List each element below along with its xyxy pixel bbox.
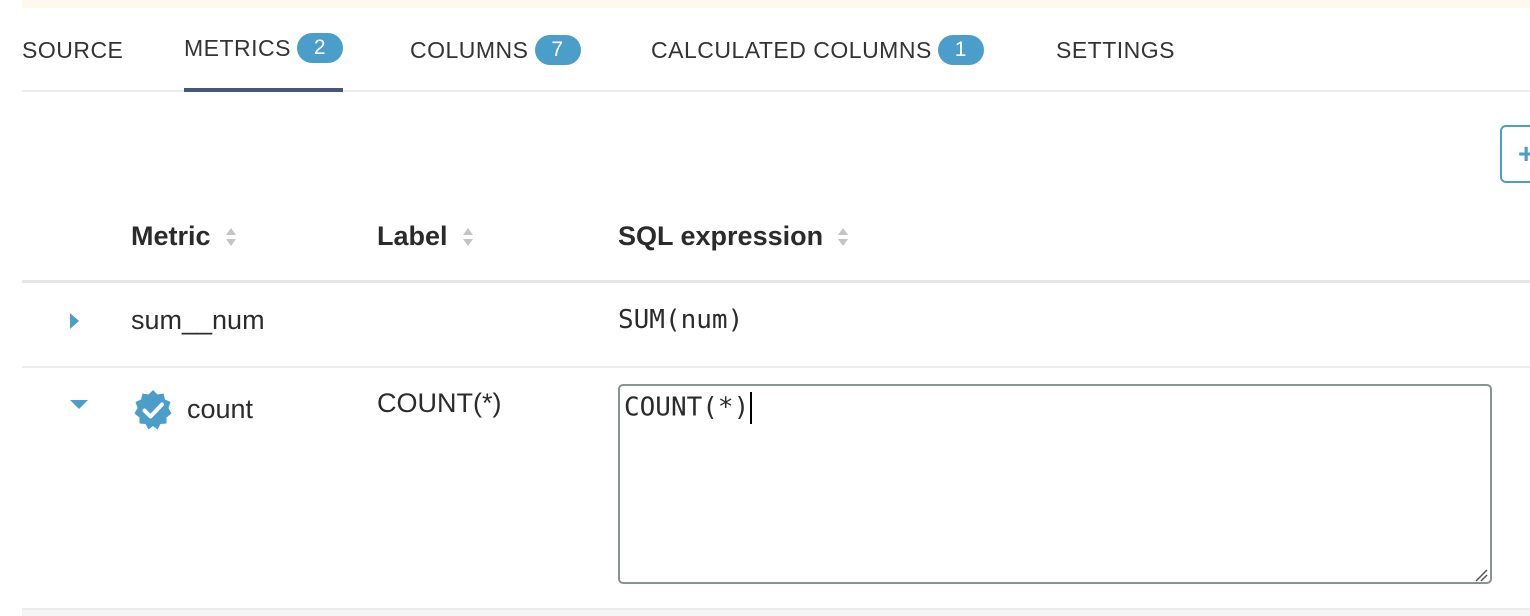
tab-source[interactable]: SOURCE [22, 8, 123, 92]
certified-icon [134, 390, 172, 430]
column-header-label: Label [377, 221, 448, 251]
table-row: count COUNT(*) COUNT(*) [22, 368, 1530, 610]
footer-strip [22, 610, 1530, 616]
add-metric-button[interactable]: + [1500, 125, 1530, 183]
sort-icon[interactable] [225, 226, 237, 248]
tab-metrics[interactable]: METRICS 2 [184, 8, 343, 92]
collapse-caret-icon[interactable] [70, 400, 88, 409]
expand-caret-icon[interactable] [70, 313, 79, 329]
sql-expression-text: COUNT(*) [624, 392, 750, 423]
metric-name: count [187, 394, 254, 424]
text-cursor [750, 392, 753, 424]
column-header-sql-expression[interactable]: SQL expression [618, 221, 849, 252]
sql-expression: SUM(num) [618, 305, 744, 335]
tab-columns[interactable]: COLUMNS 7 [410, 8, 581, 92]
top-banner [22, 0, 1530, 8]
table-row: sum__num SUM(num) [22, 283, 1530, 368]
tab-label: SETTINGS [1056, 36, 1176, 63]
column-header-label: SQL expression [618, 221, 824, 251]
table-header: Metric Label SQL expression [22, 195, 1530, 283]
resize-handle-icon[interactable] [1472, 566, 1488, 582]
tab-calculated-columns[interactable]: CALCULATED COLUMNS 1 [651, 8, 984, 92]
tab-label: COLUMNS [410, 36, 529, 63]
tab-label: CALCULATED COLUMNS [651, 36, 932, 63]
sort-icon[interactable] [462, 226, 474, 248]
metric-label: COUNT(*) [377, 388, 502, 418]
column-header-label[interactable]: Label [377, 221, 474, 252]
column-header-metric[interactable]: Metric [131, 221, 237, 252]
tab-bar: SOURCE METRICS 2 COLUMNS 7 CALCULATED CO… [22, 8, 1530, 92]
tab-label: METRICS [184, 34, 291, 61]
plus-icon: + [1518, 138, 1530, 169]
count-badge: 2 [297, 33, 343, 63]
sort-icon[interactable] [837, 226, 849, 248]
count-badge: 7 [534, 35, 581, 65]
column-header-label: Metric [131, 221, 211, 251]
tab-settings[interactable]: SETTINGS [1056, 8, 1175, 92]
sql-expression-editor[interactable]: COUNT(*) [618, 384, 1492, 584]
tab-label: SOURCE [22, 36, 124, 63]
count-badge: 1 [937, 35, 984, 65]
metric-name: sum__num [131, 305, 265, 335]
